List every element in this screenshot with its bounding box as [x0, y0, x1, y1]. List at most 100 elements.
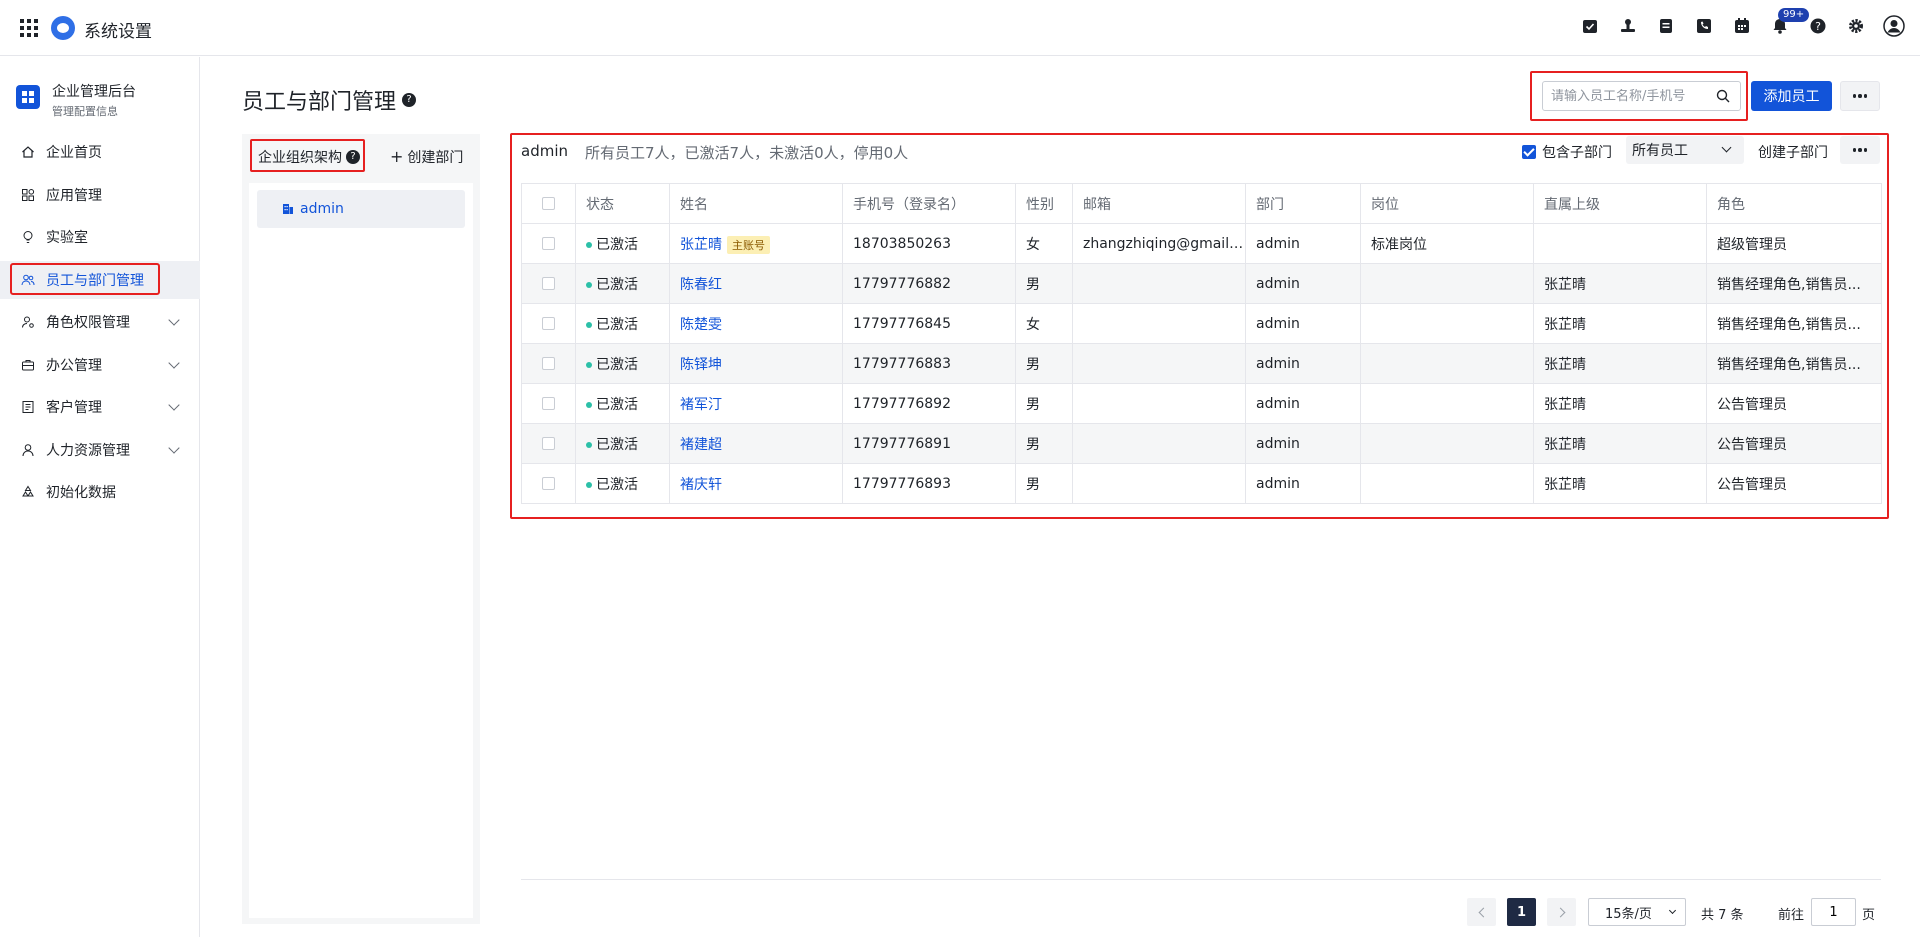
highlight-box — [10, 262, 160, 295]
status-dot-icon — [586, 321, 592, 328]
approval-stamp-icon[interactable] — [1616, 14, 1640, 38]
sidebar-item-lab[interactable]: 实验室 — [0, 218, 200, 256]
table-row[interactable]: 已激活 褚庆轩 17797776893 男 admin 张芷晴 公告管理员 — [521, 463, 1882, 504]
sidebar-item-hr[interactable]: 人力资源管理 — [0, 431, 200, 469]
add-employee-button[interactable]: 添加员工 — [1751, 81, 1832, 111]
employee-name-link[interactable]: 褚庆轩 — [680, 477, 722, 493]
post-cell — [1360, 423, 1534, 464]
column-header[interactable]: 直属上级 — [1533, 183, 1707, 224]
sidebar: 企业管理后台 管理配置信息 企业首页 应用管理 实验室 员工与部门管理 角色权限… — [0, 57, 200, 937]
status-dot-icon — [586, 441, 592, 448]
employee-name-link[interactable]: 陈春红 — [680, 277, 722, 293]
phone-icon[interactable] — [1692, 14, 1716, 38]
status-dot-icon — [586, 281, 592, 288]
notification-bell-icon[interactable]: 99+ — [1768, 8, 1810, 38]
calendar-icon[interactable] — [1730, 14, 1754, 38]
sidebar-item-home[interactable]: 企业首页 — [0, 133, 200, 171]
row-checkbox[interactable] — [521, 383, 576, 424]
document-icon[interactable] — [1654, 14, 1678, 38]
column-header[interactable]: 手机号（登录名） — [842, 183, 1016, 224]
chevron-down-icon — [168, 314, 180, 326]
staff-filter-select[interactable]: 所有员工 — [1626, 136, 1744, 164]
dept-cell: admin — [1245, 343, 1361, 384]
name-cell: 陈楚雯 — [669, 303, 843, 344]
more-dots-icon — [1852, 148, 1857, 152]
employee-name-link[interactable]: 张芷晴 — [680, 237, 722, 253]
column-header[interactable]: 部门 — [1245, 183, 1361, 224]
page-number-current[interactable]: 1 — [1507, 898, 1536, 926]
checkbox-checked-icon — [1522, 145, 1536, 159]
column-header[interactable]: 邮箱 — [1072, 183, 1246, 224]
sidebar-item-staff-dept[interactable]: 员工与部门管理 — [0, 260, 200, 299]
employee-name-link[interactable]: 褚建超 — [680, 437, 722, 453]
page-size-select[interactable]: 15条/页 — [1588, 898, 1686, 926]
table-row[interactable]: 已激活 张芷晴 主账号 18703850263 女 zhangzhiqing@gm… — [521, 223, 1882, 264]
status-dot-icon — [586, 481, 592, 488]
manager-cell: 张芷晴 — [1533, 343, 1707, 384]
column-header[interactable]: 角色 — [1706, 183, 1882, 224]
table-more-button[interactable] — [1840, 136, 1880, 164]
table-row[interactable]: 已激活 褚建超 17797776891 男 admin 张芷晴 公告管理员 — [521, 423, 1882, 464]
table-row[interactable]: 已激活 陈楚雯 17797776845 女 admin 张芷晴 销售经理角色,销… — [521, 303, 1882, 344]
goto-page-input[interactable] — [1811, 898, 1856, 926]
sidebar-item-init-data[interactable]: 初始化数据 — [0, 473, 200, 511]
pagination-divider — [521, 879, 1881, 880]
column-header[interactable]: 性别 — [1015, 183, 1073, 224]
org-tree-node[interactable]: admin — [257, 190, 465, 228]
settings-gear-icon[interactable] — [1844, 14, 1868, 38]
create-department-button[interactable]: + 创建部门 — [390, 147, 463, 167]
task-icon[interactable] — [1578, 14, 1602, 38]
brand-subtitle: 管理配置信息 — [52, 105, 118, 118]
gender-cell: 男 — [1015, 423, 1073, 464]
table-row[interactable]: 已激活 褚军汀 17797776892 男 admin 张芷晴 公告管理员 — [521, 383, 1882, 424]
column-header[interactable]: 姓名 — [669, 183, 843, 224]
sidebar-item-label: 应用管理 — [46, 187, 102, 204]
sidebar-item-customers[interactable]: 客户管理 — [0, 388, 200, 426]
sidebar-item-label: 企业首页 — [46, 145, 102, 161]
row-checkbox[interactable] — [521, 303, 576, 344]
admin-grid-icon — [16, 85, 40, 109]
manager-cell: 张芷晴 — [1533, 263, 1707, 304]
sidebar-item-office[interactable]: 办公管理 — [0, 346, 200, 384]
employee-name-link[interactable]: 褚军汀 — [680, 397, 722, 413]
include-subdept-label: 包含子部门 — [1542, 145, 1612, 161]
sidebar-item-label: 办公管理 — [46, 357, 102, 374]
help-question-icon[interactable]: ? — [402, 93, 417, 107]
user-avatar-icon[interactable] — [1882, 14, 1906, 38]
help-question-icon[interactable]: ? — [346, 150, 360, 164]
search-icon[interactable] — [1716, 89, 1730, 103]
row-checkbox[interactable] — [521, 223, 576, 264]
sidebar-item-apps[interactable]: 应用管理 — [0, 176, 200, 214]
status-dot-icon — [586, 361, 592, 368]
app-grid-icon[interactable] — [20, 19, 38, 37]
app-title: 系统设置 — [84, 22, 152, 42]
employee-name-link[interactable]: 陈铎坤 — [680, 357, 722, 373]
select-all-checkbox[interactable] — [521, 183, 576, 224]
page-title: 员工与部门管理 ? — [242, 84, 417, 116]
manager-cell — [1533, 223, 1707, 264]
gender-cell: 女 — [1015, 223, 1073, 264]
row-checkbox[interactable] — [521, 263, 576, 304]
table-row[interactable]: 已激活 陈铎坤 17797776883 男 admin 张芷晴 销售经理角色,销… — [521, 343, 1882, 384]
employee-name-link[interactable]: 陈楚雯 — [680, 317, 722, 333]
include-subdept-checkbox[interactable]: 包含子部门 — [1522, 142, 1612, 162]
column-header[interactable]: 状态 — [575, 183, 670, 224]
sidebar-item-roles[interactable]: 角色权限管理 — [0, 303, 200, 341]
search-input[interactable] — [1551, 88, 1701, 104]
table-row[interactable]: 已激活 陈春红 17797776882 男 admin 张芷晴 销售经理角色,销… — [521, 263, 1882, 304]
column-header[interactable]: 岗位 — [1360, 183, 1534, 224]
briefcase-icon — [20, 357, 36, 373]
row-checkbox[interactable] — [521, 463, 576, 504]
more-actions-button[interactable] — [1840, 81, 1880, 111]
post-cell — [1360, 263, 1534, 304]
create-subdept-button[interactable]: 创建子部门 — [1758, 142, 1828, 162]
prev-page-button[interactable] — [1467, 898, 1496, 926]
row-checkbox[interactable] — [521, 423, 576, 464]
brand-title: 企业管理后台 — [52, 84, 136, 100]
help-icon[interactable]: ? — [1806, 14, 1830, 38]
org-header-label: 企业组织架构 — [258, 150, 342, 166]
post-cell — [1360, 383, 1534, 424]
post-cell — [1360, 303, 1534, 344]
row-checkbox[interactable] — [521, 343, 576, 384]
next-page-button[interactable] — [1547, 898, 1576, 926]
